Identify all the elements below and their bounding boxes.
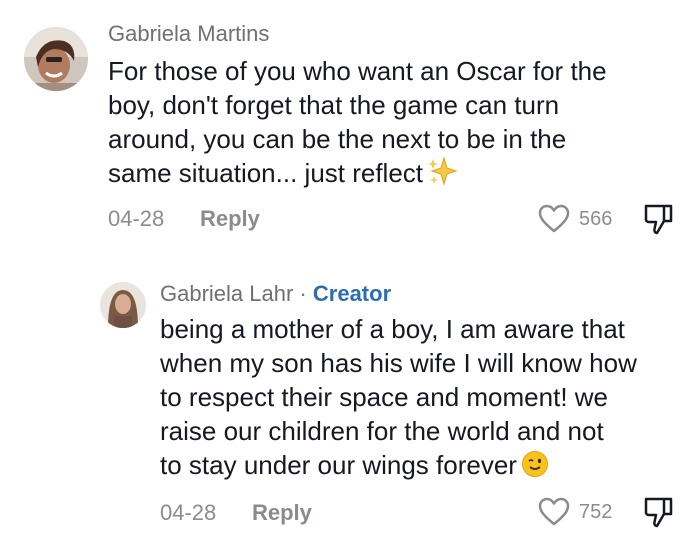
thumbs-down-icon[interactable] <box>643 495 675 534</box>
reply-line: when my son has his wife I will know how <box>160 348 637 378</box>
avatar-gabriela-martins[interactable] <box>24 27 88 91</box>
heart-outline-icon[interactable] <box>538 497 570 532</box>
sparkles-emoji <box>427 156 458 194</box>
reply-line-last: to stay under our wings forever <box>160 448 690 486</box>
reply-line: being a mother of a boy, I am aware that <box>160 314 625 344</box>
reply-text: being a mother of a boy, I am aware that… <box>160 312 690 486</box>
comment-line: For those of you who want an Oscar for t… <box>108 56 607 86</box>
reply-line: to respect their space and moment! we <box>160 382 609 412</box>
winking-face-emoji <box>521 450 549 486</box>
separator: · <box>299 281 307 306</box>
comment-text: For those of you who want an Oscar for t… <box>108 54 678 194</box>
reply-author[interactable]: Gabriela Lahr <box>160 281 293 306</box>
avatar-gabriela-lahr[interactable] <box>100 282 146 328</box>
reply-date: 04-28 <box>160 500 217 525</box>
comment-like-count: 566 <box>579 208 613 230</box>
reply-like-count: 752 <box>579 501 613 523</box>
heart-outline-icon[interactable] <box>538 204 570 239</box>
comment-line: around, you can be the next to be in the <box>108 124 567 154</box>
creator-badge: Creator <box>312 281 392 306</box>
comment-line: boy, don't forget that the game can turn <box>108 90 560 120</box>
comment-line-last: same situation... just reflect <box>108 156 678 194</box>
reply-reply-button[interactable]: Reply <box>252 500 312 526</box>
reply-line: raise our children for the world and not <box>160 416 604 446</box>
reply-author-line: Gabriela Lahr · Creator <box>160 281 391 307</box>
comment-reply-button[interactable]: Reply <box>200 206 260 232</box>
comment-date: 04-28 <box>108 206 165 231</box>
comment-author[interactable]: Gabriela Martins <box>108 21 269 47</box>
thumbs-down-icon[interactable] <box>643 202 675 241</box>
